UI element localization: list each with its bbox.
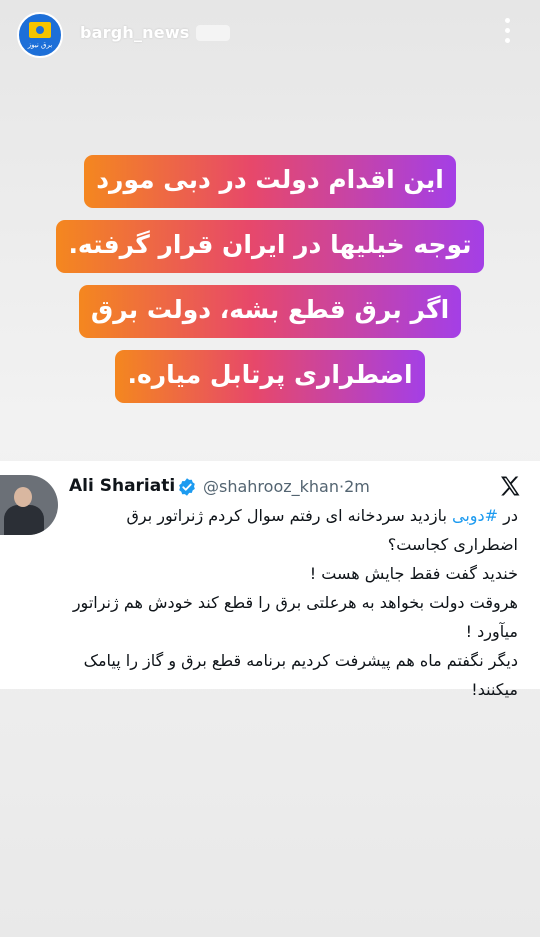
story-timestamp-chip xyxy=(196,25,230,41)
tweet-author-handle[interactable]: @shahrooz_khan xyxy=(203,477,339,496)
tweet-card[interactable]: Ali Shariati @shahrooz_khan·2m در #دوبی … xyxy=(0,461,540,699)
verified-badge-icon xyxy=(179,478,195,496)
headline-line: اگر برق قطع بشه، دولت برق xyxy=(78,285,462,338)
tweet-line: در #دوبی بازدید سردخانه ای رفتم سوال کرد… xyxy=(62,501,519,559)
tweet-text: در #دوبی بازدید سردخانه ای رفتم سوال کرد… xyxy=(62,501,518,704)
tweet-line-prefix: در xyxy=(498,506,518,525)
tweet-author-avatar[interactable] xyxy=(0,475,58,535)
account-avatar[interactable]: برق نیوز xyxy=(17,12,63,58)
tweet-line: خندید گفت فقط جایش هست ! xyxy=(309,564,518,583)
headline-line: این اقدام دولت در دبی مورد xyxy=(84,155,456,208)
story-header: برق نیوز bargh_news xyxy=(0,0,540,70)
brand-logo-icon xyxy=(29,22,51,38)
more-vertical-icon[interactable] xyxy=(505,18,511,44)
tweet-line: دیگر نگفتم ماه هم پیشرفت کردیم برنامه قط… xyxy=(83,651,518,699)
headline-line: توجه خیلیها در ایران قرار گرفته. xyxy=(56,220,484,273)
hashtag-link[interactable]: #دوبی xyxy=(452,506,498,525)
tweet-author-name[interactable]: Ali Shariati xyxy=(69,476,175,496)
avatar-label: برق نیوز xyxy=(27,41,53,49)
headline-line: اضطراری پرتابل میاره. xyxy=(115,350,425,403)
tweet-time: 2m xyxy=(344,477,370,496)
story-headline: این اقدام دولت در دبی مورد توجه خیلیها د… xyxy=(0,155,540,415)
tweet-line: هروقت دولت بخواهد به هرعلتی برق را قطع ک… xyxy=(72,593,518,641)
x-logo-icon xyxy=(501,476,520,496)
tweet-meta: @shahrooz_khan·2m xyxy=(203,477,370,496)
account-username[interactable]: bargh_news xyxy=(80,23,190,42)
